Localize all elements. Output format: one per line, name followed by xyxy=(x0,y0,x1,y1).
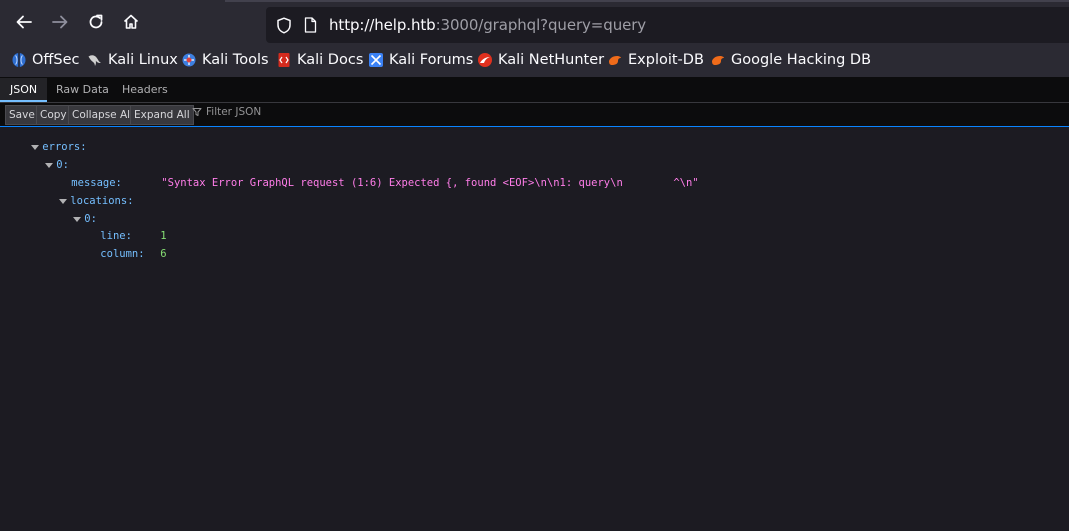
bookmark-label: Exploit-DB xyxy=(628,52,704,68)
bookmark-kali-docs[interactable]: Kali Docs xyxy=(276,52,363,68)
bookmark-kali-linux[interactable]: Kali Linux xyxy=(87,52,178,68)
message-value: "Syntax Error GraphQL request (1:6) Expe… xyxy=(136,165,699,201)
back-button[interactable] xyxy=(6,4,42,40)
bookmark-label: Kali Linux xyxy=(108,52,178,68)
reload-button[interactable] xyxy=(78,4,114,40)
bookmark-label: Kali Docs xyxy=(297,52,364,68)
exploitdb-icon xyxy=(609,56,621,65)
filter-icon xyxy=(192,108,202,116)
save-button[interactable]: Save xyxy=(5,105,39,125)
bookmark-kali-tools[interactable]: Kali Tools xyxy=(181,52,269,68)
json-number-value: 6 xyxy=(160,248,167,260)
reload-icon xyxy=(89,14,103,29)
bookmark-label: Kali Forums xyxy=(389,52,474,68)
browser-toolbar: http://help.htb:3000/graphql?query=query xyxy=(0,0,1069,44)
ghdb-icon xyxy=(712,56,724,65)
tabstrip-edge xyxy=(225,0,1069,2)
nethunter-icon xyxy=(478,53,492,67)
bookmark-offsec[interactable]: OffSec xyxy=(11,52,80,68)
url-path: :3000/graphql?query=query xyxy=(435,16,647,34)
shield-icon[interactable] xyxy=(275,16,293,34)
url-text[interactable]: http://help.htb:3000/graphql?query=query xyxy=(329,16,646,34)
bookmark-kali-nethunter[interactable]: Kali NetHunter xyxy=(477,52,604,68)
tab-json[interactable]: JSON xyxy=(0,78,48,102)
home-button[interactable] xyxy=(113,4,149,40)
json-viewer-tabs: JSON Raw Data Headers xyxy=(0,78,1069,103)
bookmark-label: Google Hacking DB xyxy=(731,52,872,68)
bookmarks-toolbar: OffSec Kali Linux Kali Tools Kali Docs K… xyxy=(0,44,1069,78)
page-icon[interactable] xyxy=(302,16,318,34)
bookmark-google-hacking-db[interactable]: Google Hacking DB xyxy=(710,52,871,68)
forward-button[interactable] xyxy=(42,4,78,40)
filter-json-input[interactable]: Filter JSON xyxy=(192,106,261,118)
kali-tools-icon xyxy=(182,53,196,67)
bookmark-label: OffSec xyxy=(32,52,80,68)
json-string-value: "Syntax Error GraphQL request (1:6) Expe… xyxy=(161,177,699,189)
tab-headers[interactable]: Headers xyxy=(122,78,168,102)
offsec-icon xyxy=(12,53,26,67)
kali-dragon-icon xyxy=(88,55,101,66)
forward-arrow-icon xyxy=(52,15,68,29)
json-tree: errors: 0: message: "Syntax Error GraphQ… xyxy=(0,127,1069,531)
tab-raw-data[interactable]: Raw Data xyxy=(56,78,109,102)
url-host: http://help.htb xyxy=(329,16,436,34)
column-value: 6 xyxy=(135,236,167,272)
url-bar[interactable]: http://help.htb:3000/graphql?query=query xyxy=(266,7,1069,43)
copy-button[interactable]: Copy xyxy=(36,105,71,125)
bookmark-kali-forums[interactable]: Kali Forums xyxy=(368,52,473,68)
bookmark-exploit-db[interactable]: Exploit-DB xyxy=(607,52,704,68)
filter-placeholder: Filter JSON xyxy=(206,106,262,118)
json-toolbar: Save Copy Collapse All Expand All Filter… xyxy=(0,103,1069,127)
bookmark-label: Kali NetHunter xyxy=(498,52,605,68)
expand-all-button[interactable]: Expand All xyxy=(130,105,194,125)
kali-forums-icon xyxy=(369,53,383,67)
back-arrow-icon xyxy=(16,15,32,29)
kali-docs-icon xyxy=(278,53,290,67)
home-icon xyxy=(123,14,139,29)
bookmark-label: Kali Tools xyxy=(202,52,269,68)
collapse-all-button[interactable]: Collapse All xyxy=(68,105,137,125)
